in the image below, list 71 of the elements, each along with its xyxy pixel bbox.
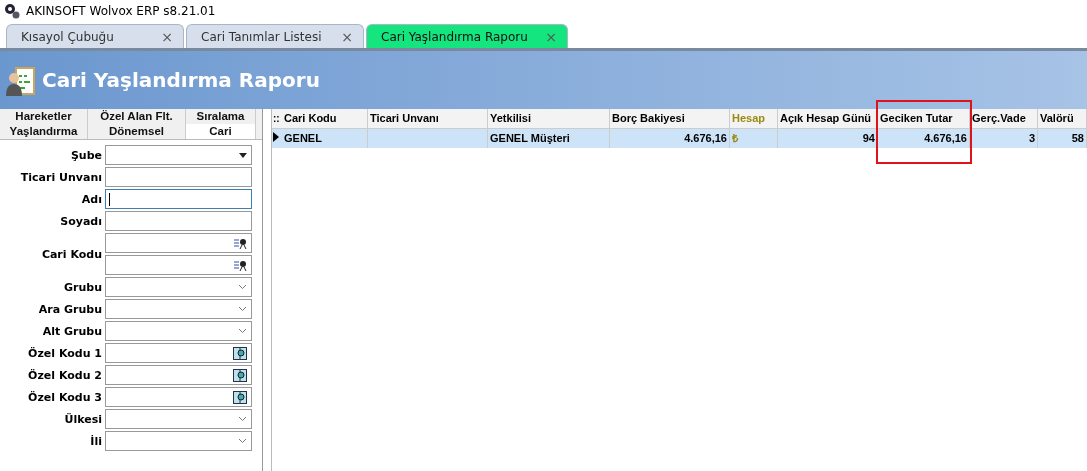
table-cell: 4.676,16 — [924, 132, 967, 144]
field-label: Soyadı — [59, 214, 102, 228]
table-cell: 58 — [1071, 132, 1084, 144]
field-label: İli — [89, 434, 102, 448]
tab[interactable]: Kısayol Çubuğu × — [6, 24, 184, 48]
field-label: Cari Kodu — [40, 247, 102, 261]
gears-icon — [4, 3, 20, 19]
tab[interactable]: Cari Tanımlar Listesi × — [186, 24, 364, 48]
column-header[interactable]: Cari Kodu — [282, 109, 368, 128]
input-field[interactable] — [105, 343, 252, 363]
page-title: Cari Yaşlandırma Raporu — [42, 68, 320, 92]
column-header[interactable]: Valörü — [1038, 109, 1087, 128]
column-header[interactable]: Ticari Unvanı — [368, 109, 488, 128]
book-search-icon[interactable] — [233, 368, 247, 382]
field-label: Özel Kodu 2 — [27, 368, 102, 382]
input-field[interactable] — [105, 365, 252, 385]
chevron-down-icon[interactable] — [238, 328, 247, 334]
input-field[interactable] — [105, 211, 252, 231]
book-search-icon[interactable] — [233, 390, 247, 404]
filter-tab[interactable]: Hareketler — [0, 109, 88, 124]
input-field[interactable] — [105, 409, 252, 429]
chevron-down-icon[interactable] — [238, 284, 247, 290]
field-label: Özel Kodu 3 — [27, 390, 102, 404]
table-cell: ₺ — [732, 132, 738, 144]
field-label: Grubu — [63, 280, 102, 294]
picker-icon[interactable] — [233, 258, 247, 272]
table-cell: 94 — [862, 132, 875, 144]
field-label: Ticari Unvanı — [19, 170, 102, 184]
window-title: AKINSOFT Wolvox ERP s8.21.01 — [26, 4, 216, 18]
column-header[interactable]: Borç Bakiyesi — [610, 109, 730, 128]
tab[interactable]: Cari Yaşlandırma Raporu × — [366, 24, 568, 48]
input-field[interactable] — [105, 233, 252, 253]
input-field[interactable] — [105, 277, 252, 297]
grip-indicator: :: — [272, 112, 281, 126]
input-field[interactable] — [105, 321, 252, 341]
filter-tab[interactable]: Cari — [186, 124, 256, 139]
picker-icon[interactable] — [233, 236, 247, 250]
filter-tab[interactable]: Yaşlandırma — [0, 124, 88, 139]
filter-tab[interactable]: Özel Alan Flt. — [88, 109, 186, 124]
table-cell: 3 — [1028, 132, 1035, 144]
chevron-down-icon[interactable] — [238, 416, 247, 422]
column-header[interactable]: Yetkilisi — [488, 109, 610, 128]
field-label: Özel Kodu 1 — [27, 346, 102, 360]
field-label: Ara Grubu — [37, 302, 102, 316]
chevron-down-icon[interactable] — [238, 438, 247, 444]
table-cell: 4.676,16 — [684, 132, 727, 144]
column-header[interactable]: Geciken Tutar — [878, 109, 970, 128]
dropdown-arrow-icon[interactable] — [239, 152, 247, 158]
input-field[interactable] — [105, 145, 252, 165]
field-label: Adı — [80, 192, 102, 206]
close-icon[interactable]: × — [161, 28, 173, 45]
report-person-icon — [6, 64, 36, 96]
close-icon[interactable]: × — [545, 28, 557, 45]
row-pointer-icon — [273, 132, 279, 142]
input-field[interactable] — [105, 255, 252, 275]
table-row[interactable]: GENEL GENEL Müşteri 4.676,16 ₺ 94 4.676,16 3 58 — [272, 129, 1087, 148]
field-label: Ülkesi — [63, 412, 102, 426]
book-search-icon[interactable] — [233, 346, 247, 360]
table-cell: GENEL Müşteri — [490, 132, 570, 144]
field-label: Şube — [69, 148, 102, 162]
table-cell: GENEL — [284, 132, 322, 144]
input-field[interactable] — [105, 299, 252, 319]
input-field[interactable] — [105, 189, 252, 209]
column-header[interactable]: Gerç.Vade — [970, 109, 1038, 128]
close-icon[interactable]: × — [341, 28, 353, 45]
chevron-down-icon[interactable] — [238, 306, 247, 312]
input-field[interactable] — [105, 387, 252, 407]
input-field[interactable] — [105, 431, 252, 451]
field-label: Alt Grubu — [41, 324, 102, 338]
column-header[interactable]: Açık Hesap Günü — [778, 109, 878, 128]
input-field[interactable] — [105, 167, 252, 187]
